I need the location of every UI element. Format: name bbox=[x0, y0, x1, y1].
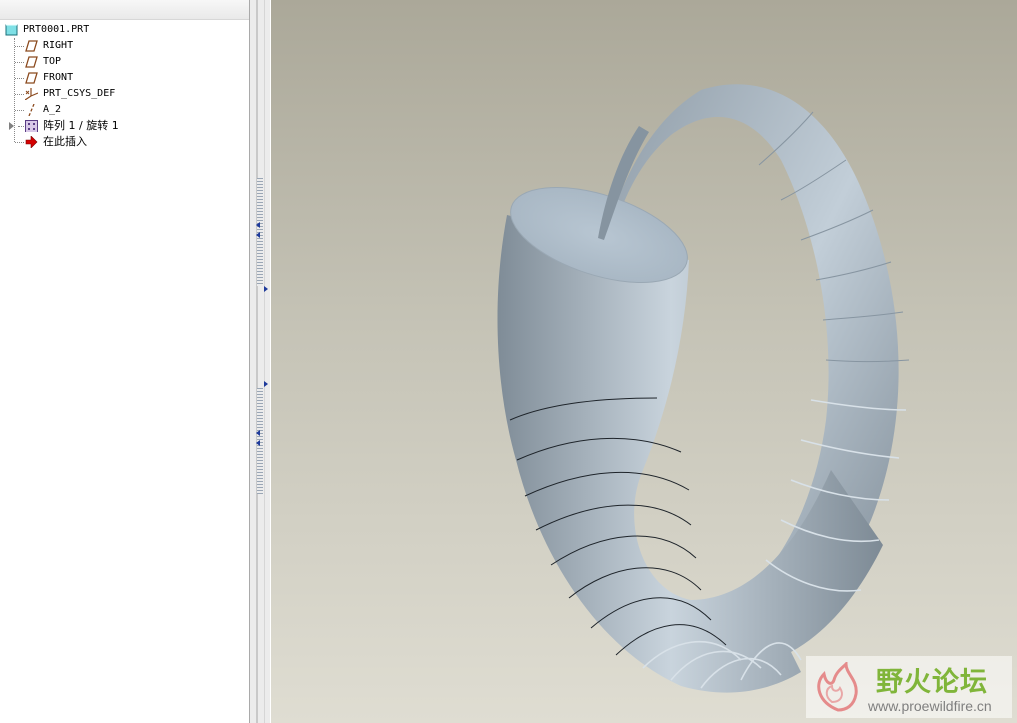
tree-node-label: TOP bbox=[43, 56, 62, 67]
collapse-left-icon[interactable] bbox=[256, 222, 260, 228]
tree-node-label: PRT0001.PRT bbox=[23, 24, 90, 35]
tree-node-axis[interactable]: A_2 bbox=[0, 102, 249, 118]
model-tree-header bbox=[0, 0, 249, 20]
watermark-url: www.proewildfire.cn bbox=[868, 698, 992, 714]
tree-node-label: RIGHT bbox=[43, 40, 74, 51]
collapse-left-icon[interactable] bbox=[256, 440, 260, 446]
insert-here-arrow-icon bbox=[25, 136, 38, 148]
expand-arrow-icon[interactable] bbox=[9, 122, 14, 130]
tree-node-label: A_2 bbox=[43, 104, 62, 115]
tree-node-label: 在此插入 bbox=[43, 135, 87, 148]
tree-node-insert-here[interactable]: 在此插入 bbox=[0, 134, 249, 150]
expand-right-icon[interactable] bbox=[264, 381, 268, 387]
tree-node-front[interactable]: FRONT bbox=[0, 70, 249, 86]
flame-logo-icon bbox=[817, 662, 858, 712]
watermark-forum-name: 野火论坛 bbox=[876, 667, 988, 698]
forum-watermark: 野火论坛 www.proewildfire.cn bbox=[806, 656, 1012, 718]
tree-node-label: FRONT bbox=[43, 72, 74, 83]
part-icon bbox=[5, 24, 18, 36]
datum-axis-icon bbox=[28, 104, 35, 116]
tree-node-right[interactable]: RIGHT bbox=[0, 38, 249, 54]
horn-3d-model[interactable] bbox=[271, 0, 1017, 723]
tree-node-label: PRT_CSYS_DEF bbox=[43, 88, 116, 99]
expand-right-icon[interactable] bbox=[264, 286, 268, 292]
coordinate-system-icon bbox=[25, 88, 38, 100]
datum-plane-icon bbox=[25, 72, 38, 84]
collapse-left-icon[interactable] bbox=[256, 430, 260, 436]
tree-node-pattern[interactable]: 阵列 1 / 旋转 1 bbox=[0, 118, 249, 134]
tree-node-top[interactable]: TOP bbox=[0, 54, 249, 70]
tree-node-csys[interactable]: PRT_CSYS_DEF bbox=[0, 86, 249, 102]
tree-node-label: 阵列 1 / 旋转 1 bbox=[43, 119, 119, 132]
panel-splitter[interactable] bbox=[250, 0, 270, 723]
model-tree-panel: PRT0001.PRT RIGHT TOP FRONT PRT_CSYS_DEF… bbox=[0, 0, 250, 723]
tree-node-root[interactable]: PRT0001.PRT bbox=[0, 22, 249, 38]
graphics-window[interactable] bbox=[271, 0, 1017, 723]
pattern-icon bbox=[25, 120, 38, 132]
model-tree: PRT0001.PRT RIGHT TOP FRONT PRT_CSYS_DEF… bbox=[0, 22, 249, 150]
collapse-left-icon[interactable] bbox=[256, 232, 260, 238]
datum-plane-icon bbox=[25, 56, 38, 68]
datum-plane-icon bbox=[25, 40, 38, 52]
